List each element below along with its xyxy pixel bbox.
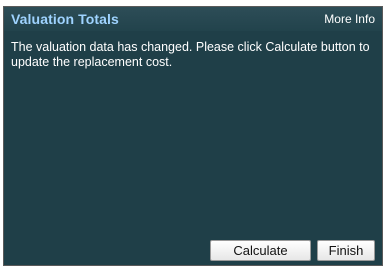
more-info-link[interactable]: More Info (324, 12, 375, 26)
valuation-changed-message: The valuation data has changed. Please c… (11, 40, 370, 69)
panel-header: Valuation Totals More Info (4, 7, 382, 31)
valuation-totals-panel: Valuation Totals More Info The valuation… (3, 6, 383, 266)
panel-title: Valuation Totals (11, 11, 119, 27)
finish-button[interactable]: Finish (317, 240, 375, 261)
calculate-button[interactable]: Calculate (210, 240, 311, 261)
